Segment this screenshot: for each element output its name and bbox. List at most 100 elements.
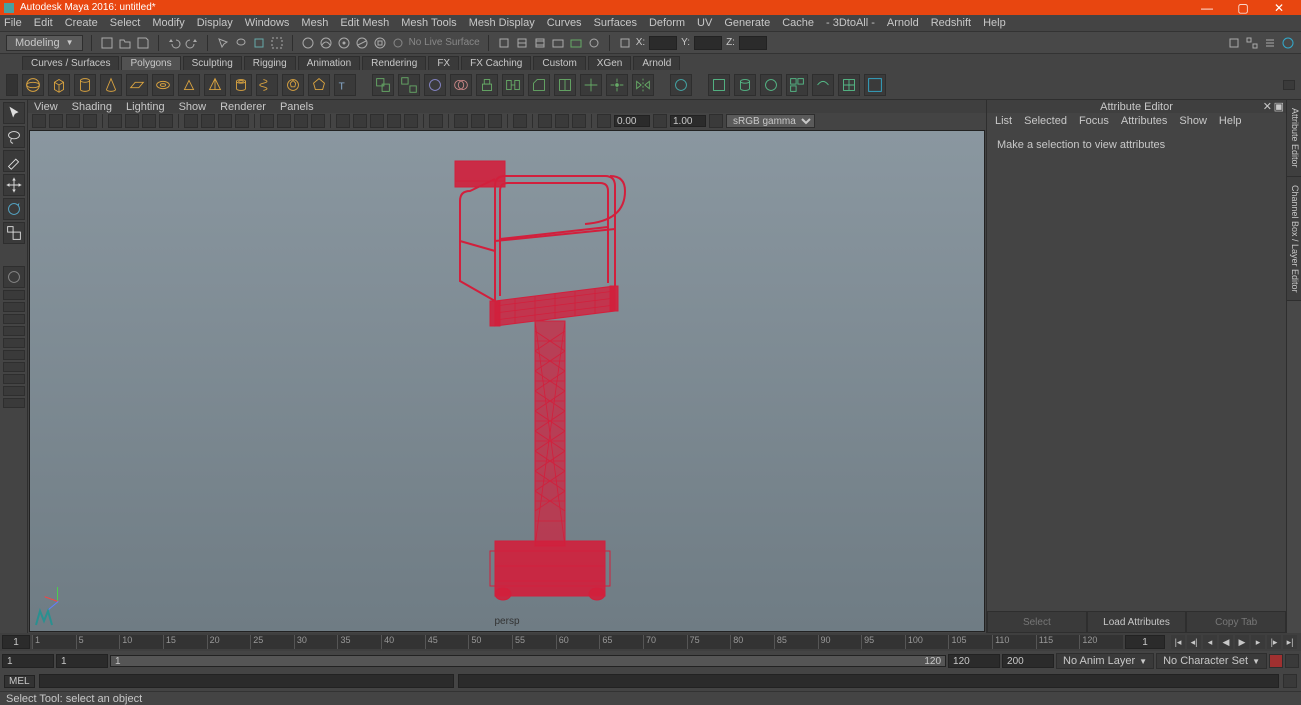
menu-mesh-display[interactable]: Mesh Display — [469, 17, 535, 29]
view-select-camera-icon[interactable] — [32, 114, 46, 128]
menu-generate[interactable]: Generate — [724, 17, 770, 29]
view-gate-mask-icon[interactable] — [159, 114, 173, 128]
expose-plus-icon[interactable] — [555, 114, 569, 128]
uv-planar-icon[interactable] — [708, 74, 730, 96]
menu--dtoall-[interactable]: - 3DtoAll - — [826, 17, 875, 29]
isolate-icon[interactable] — [429, 114, 443, 128]
anim-layer-dropdown[interactable]: No Anim Layer▼ — [1056, 653, 1154, 669]
step-fwd-key-icon[interactable]: |▸ — [1267, 635, 1281, 649]
side-tab-channel-box-layer-editor[interactable]: Channel Box / Layer Editor — [1287, 177, 1301, 302]
history-2-icon[interactable] — [533, 36, 547, 50]
current-frame-right[interactable]: 1 — [1125, 635, 1165, 649]
layout-1-icon[interactable] — [3, 290, 25, 300]
uv-unfold-icon[interactable] — [838, 74, 860, 96]
shelf-drop-icon[interactable] — [6, 74, 18, 96]
outliner-icon[interactable] — [1263, 36, 1277, 50]
panel-menu-shading[interactable]: Shading — [72, 101, 112, 113]
shelf-tab-custom[interactable]: Custom — [533, 56, 585, 70]
viewport[interactable]: persp — [29, 130, 985, 632]
shade-smooth-icon[interactable] — [201, 114, 215, 128]
paint-select-tool[interactable] — [3, 150, 25, 172]
paint-select-icon[interactable] — [252, 36, 266, 50]
ipr-icon[interactable] — [569, 36, 583, 50]
layout-3-icon[interactable] — [3, 314, 25, 324]
panel-menu-view[interactable]: View — [34, 101, 58, 113]
open-scene-icon[interactable] — [118, 36, 132, 50]
scale-tool[interactable] — [3, 222, 25, 244]
maximize-button[interactable]: ▢ — [1225, 1, 1261, 15]
view-grid-icon[interactable] — [108, 114, 122, 128]
redo-icon[interactable] — [185, 36, 199, 50]
last-tool[interactable] — [3, 266, 25, 288]
poly-torus-icon[interactable] — [152, 74, 174, 96]
lasso-tool[interactable] — [3, 126, 25, 148]
undo-icon[interactable] — [167, 36, 181, 50]
light-selected-icon[interactable] — [370, 114, 384, 128]
anim-prefs-icon[interactable] — [1285, 654, 1299, 668]
layout-4-icon[interactable] — [3, 326, 25, 336]
xray-joints-icon[interactable] — [294, 114, 308, 128]
panel-close-icon[interactable]: ✕ — [1263, 100, 1272, 113]
range-start-inner[interactable]: 1 — [56, 654, 108, 668]
range-start-outer[interactable]: 1 — [2, 654, 54, 668]
gamma-value[interactable]: 1.00 — [670, 115, 706, 127]
poly-soccer-icon[interactable] — [282, 74, 304, 96]
uv-contour-icon[interactable] — [812, 74, 834, 96]
menu-curves[interactable]: Curves — [547, 17, 582, 29]
view-image-plane-icon[interactable] — [66, 114, 80, 128]
minimize-button[interactable]: — — [1189, 1, 1225, 15]
menu-display[interactable]: Display — [197, 17, 233, 29]
menu-modify[interactable]: Modify — [152, 17, 184, 29]
panel-menu-show[interactable]: Show — [179, 101, 207, 113]
poly-pyramid-icon[interactable] — [204, 74, 226, 96]
menu-help[interactable]: Help — [983, 17, 1006, 29]
menu-file[interactable]: File — [4, 17, 22, 29]
ae-menu-show[interactable]: Show — [1179, 115, 1207, 127]
ae-menu-help[interactable]: Help — [1219, 115, 1242, 127]
panel-menu-renderer[interactable]: Renderer — [220, 101, 266, 113]
menu-edit[interactable]: Edit — [34, 17, 53, 29]
poly-pipe-icon[interactable] — [230, 74, 252, 96]
select-tool[interactable] — [3, 102, 25, 124]
shelf-scroll-up-icon[interactable] — [1283, 80, 1295, 90]
range-track[interactable]: 1 120 — [110, 655, 946, 667]
menu-windows[interactable]: Windows — [245, 17, 290, 29]
layout-8-icon[interactable] — [3, 374, 25, 384]
shelf-tab-fx[interactable]: FX — [428, 56, 459, 70]
current-frame-left[interactable]: 1 — [2, 635, 30, 649]
time-track[interactable]: 1510152025303540455055606570758085909510… — [32, 635, 1123, 649]
panel-menu-lighting[interactable]: Lighting — [126, 101, 165, 113]
render-settings-icon[interactable] — [587, 36, 601, 50]
append-icon[interactable] — [554, 74, 576, 96]
expose-reset-icon[interactable] — [572, 114, 586, 128]
shelf-tab-rendering[interactable]: Rendering — [362, 56, 426, 70]
light-all-icon[interactable] — [353, 114, 367, 128]
snap-live-icon[interactable] — [373, 36, 387, 50]
shelf-tab-polygons[interactable]: Polygons — [121, 56, 180, 70]
poly-cube-icon[interactable] — [48, 74, 70, 96]
layout-7-icon[interactable] — [3, 362, 25, 372]
wire-on-shaded-icon[interactable] — [260, 114, 274, 128]
menu-deform[interactable]: Deform — [649, 17, 685, 29]
go-start-icon[interactable]: |◂ — [1171, 635, 1185, 649]
menu-create[interactable]: Create — [65, 17, 98, 29]
ae-menu-list[interactable]: List — [995, 115, 1012, 127]
shadows-icon[interactable] — [404, 114, 418, 128]
shade-textured-icon[interactable] — [218, 114, 232, 128]
shelf-tab-fx-caching[interactable]: FX Caching — [461, 56, 531, 70]
view-res-gate-icon[interactable] — [142, 114, 156, 128]
ae-menu-attributes[interactable]: Attributes — [1121, 115, 1167, 127]
menu-set-dropdown[interactable]: Modeling▼ — [6, 35, 83, 51]
shelf-tab-xgen[interactable]: XGen — [588, 56, 632, 70]
layout-6-icon[interactable] — [3, 350, 25, 360]
ae-select-button[interactable]: Select — [987, 611, 1087, 633]
x-input[interactable] — [649, 36, 677, 50]
view-film-gate-icon[interactable] — [125, 114, 139, 128]
menu-select[interactable]: Select — [110, 17, 141, 29]
panel-menu-panels[interactable]: Panels — [280, 101, 314, 113]
autokey-icon[interactable] — [1269, 654, 1283, 668]
y-input[interactable] — [694, 36, 722, 50]
dof-icon[interactable] — [513, 114, 527, 128]
uv-editor-icon[interactable] — [864, 74, 886, 96]
render-icon[interactable] — [551, 36, 565, 50]
